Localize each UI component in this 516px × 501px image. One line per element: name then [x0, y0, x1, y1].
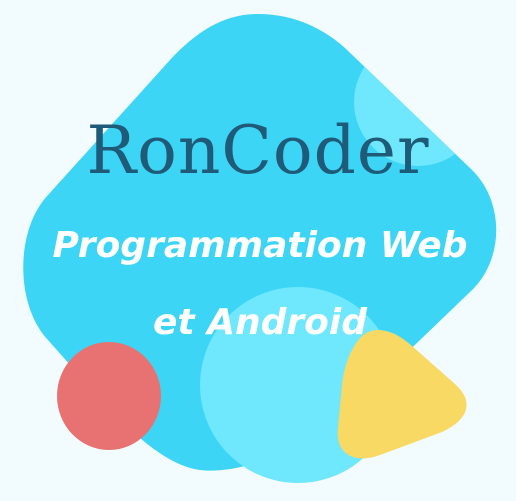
yellow-blob — [337, 330, 467, 459]
brand-title: RonCoder — [86, 112, 430, 189]
roncoder-logo: RonCoder Programmation Web et Android — [0, 0, 516, 497]
tagline-line-2: et Android — [152, 302, 367, 343]
tagline-line-1: Programmation Web — [52, 225, 468, 266]
red-blob — [57, 342, 161, 450]
